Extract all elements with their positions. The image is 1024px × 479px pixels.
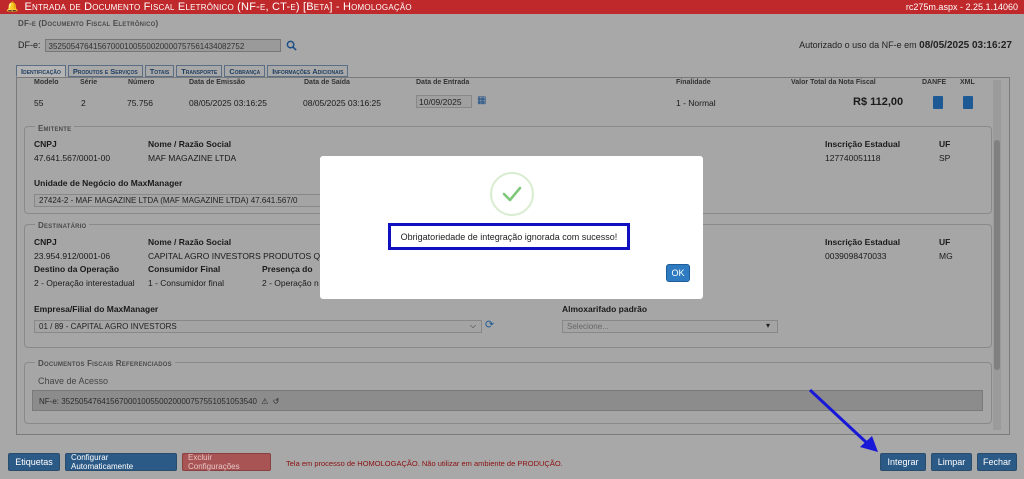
consumidor-final: 1 - Consumidor final bbox=[148, 278, 225, 288]
valor-total-value: R$ 112,00 bbox=[853, 96, 904, 108]
calendar-icon[interactable]: ▦ bbox=[477, 95, 486, 106]
destinatario-nome: CAPITAL AGRO INVESTORS PRODUTOS QU bbox=[148, 251, 327, 261]
almoxarifado-select[interactable]: Selecione... bbox=[562, 320, 778, 333]
authorization-text: Autorizado o uso da NF-e em bbox=[799, 40, 917, 50]
header-finalidade: Finalidade bbox=[676, 79, 711, 86]
destinatario-title: Destinatário bbox=[35, 221, 90, 230]
header-valor-total: Valor Total da Nota Fiscal bbox=[791, 79, 876, 86]
header-data-saida: Data de Saída bbox=[304, 79, 350, 86]
window-title: Entrada de Documento Fiscal Eletrônico (… bbox=[24, 1, 412, 13]
destinatario-cnpj-label: CNPJ bbox=[34, 237, 57, 247]
empresa-filial-label: Empresa/Filial do MaxManager bbox=[34, 304, 159, 314]
empresa-filial-select[interactable]: 01 / 89 - CAPITAL AGRO INVESTORS bbox=[34, 320, 482, 333]
header-data-emissao: Data de Emissão bbox=[189, 79, 246, 86]
tab-informacoes-adicionais[interactable]: Informações Adicionais bbox=[267, 65, 349, 77]
fechar-button[interactable]: Fechar bbox=[977, 453, 1017, 471]
tab-totais[interactable]: Totais bbox=[144, 65, 175, 77]
emitente-title: Emitente bbox=[35, 124, 75, 133]
destinatario-cnpj: 23.954.912/0001-06 bbox=[34, 251, 111, 261]
dfe-key-input[interactable]: 3525054764156700010055002000075756143408… bbox=[44, 38, 281, 52]
configurar-automaticamente-button[interactable]: Configurar Automaticamente bbox=[65, 453, 177, 471]
warning-icon: ⚠ bbox=[261, 397, 269, 406]
dfe-label: DF-e: bbox=[18, 40, 41, 50]
emitente-cnpj: 47.641.567/0001-00 bbox=[34, 153, 111, 163]
emitente-uf: SP bbox=[939, 153, 951, 163]
emitente-cnpj-label: CNPJ bbox=[34, 139, 57, 149]
header-xml: XML bbox=[960, 79, 975, 86]
destinatario-ie: 0039098470033 bbox=[825, 251, 887, 261]
tab-transporte[interactable]: Transporte bbox=[176, 65, 223, 77]
almox-chevron-down-icon[interactable]: ▾ bbox=[766, 321, 770, 330]
consumidor-final-label: Consumidor Final bbox=[148, 264, 221, 274]
chave-acesso-label: Chave de Acesso bbox=[38, 376, 109, 386]
emitente-nome: MAF MAGAZINE LTDA bbox=[148, 153, 237, 163]
almoxarifado-label: Almoxarifado padrão bbox=[562, 304, 648, 314]
modelo-value: 55 bbox=[34, 98, 44, 108]
tab-bar: Identificação Produtos e Serviços Totais… bbox=[16, 65, 349, 77]
scrollbar-thumb[interactable] bbox=[994, 140, 1000, 370]
header-numero: Número bbox=[128, 79, 155, 86]
data-entrada-input[interactable]: 10/09/2025 bbox=[416, 95, 472, 108]
dfe-row: DF-e: 3525054764156700010055002000075756… bbox=[18, 38, 299, 52]
destino-operacao: 2 - Operação interestadual bbox=[34, 278, 135, 288]
chave-acesso-value: NF-e: 3525054764156700010055002000075755… bbox=[39, 397, 257, 406]
numero-value: 75.756 bbox=[127, 98, 153, 108]
integrar-button[interactable]: Integrar bbox=[880, 453, 926, 471]
emitente-ie-label: Inscrição Estadual bbox=[825, 139, 901, 149]
finalidade-value: 1 - Normal bbox=[676, 98, 716, 108]
undo-icon[interactable]: ↺ bbox=[273, 397, 280, 406]
unidade-negocio-select[interactable]: 27424-2 - MAF MAGAZINE LTDA (MAF MAGAZIN… bbox=[34, 194, 324, 207]
referenciados-title: Documentos Fiscais Referenciados bbox=[35, 359, 175, 368]
data-saida-value: 08/05/2025 03:16:25 bbox=[303, 98, 381, 108]
limpar-button[interactable]: Limpar bbox=[931, 453, 972, 471]
emitente-ie: 127740051118 bbox=[825, 153, 881, 163]
identificacao-header-row: Modelo Série Número Data de Emissão Data… bbox=[24, 78, 994, 87]
tab-cobranca[interactable]: Cobrança bbox=[224, 65, 266, 77]
header-danfe: DANFE bbox=[922, 79, 947, 86]
authorization-status: Autorizado o uso da NF-e em 08/05/2025 0… bbox=[799, 40, 1012, 51]
homologacao-warning: Tela em processo de HOMOLOGAÇÃO. Não uti… bbox=[286, 459, 563, 468]
refresh-icon[interactable]: ⟳ bbox=[485, 318, 494, 331]
destinatario-uf-label: UF bbox=[939, 237, 951, 247]
destinatario-ie-label: Inscrição Estadual bbox=[825, 237, 901, 247]
destinatario-nome-label: Nome / Razão Social bbox=[148, 237, 232, 247]
header-data-entrada: Data de Entrada bbox=[416, 79, 470, 86]
emitente-nome-label: Nome / Razão Social bbox=[148, 139, 232, 149]
chevron-down-icon[interactable]: ⌵ bbox=[470, 321, 476, 331]
presenca-value: 2 - Operação n bbox=[262, 278, 319, 288]
danfe-pdf-icon[interactable] bbox=[933, 96, 943, 109]
tab-produtos-servicos[interactable]: Produtos e Serviços bbox=[67, 65, 143, 77]
dfe-section-title: DF-e (Documento Fiscal Eletrônico) bbox=[18, 19, 159, 28]
tab-identificacao[interactable]: Identificação bbox=[16, 65, 66, 77]
data-emissao-value: 08/05/2025 03:16:25 bbox=[189, 98, 267, 108]
serie-value: 2 bbox=[81, 98, 86, 108]
xml-file-icon[interactable] bbox=[963, 96, 973, 109]
success-dialog: Obrigatoriedade de integração ignorada c… bbox=[320, 156, 703, 299]
etiquetas-button[interactable]: Etiquetas bbox=[8, 453, 60, 471]
chave-acesso-row: NF-e: 3525054764156700010055002000075755… bbox=[32, 390, 983, 411]
bell-icon[interactable]: 🔔 bbox=[6, 2, 18, 13]
dialog-message: Obrigatoriedade de integração ignorada c… bbox=[388, 223, 630, 250]
version-label: rc275m.aspx - 2.25.1.14060 bbox=[905, 2, 1018, 12]
unidade-negocio-label: Unidade de Negócio do MaxManager bbox=[34, 178, 183, 188]
ok-button[interactable]: OK bbox=[666, 264, 690, 282]
destinatario-uf: MG bbox=[939, 251, 953, 261]
authorization-date: 08/05/2025 03:16:27 bbox=[919, 40, 1012, 51]
excluir-configuracoes-button[interactable]: Excluir Configurações bbox=[182, 453, 271, 471]
content-scrollbar[interactable] bbox=[993, 80, 1001, 430]
title-bar: 🔔 Entrada de Documento Fiscal Eletrônico… bbox=[0, 0, 1024, 14]
search-icon[interactable] bbox=[285, 38, 299, 52]
success-check-icon bbox=[490, 172, 534, 216]
header-serie: Série bbox=[80, 79, 98, 86]
header-modelo: Modelo bbox=[34, 79, 59, 86]
destino-operacao-label: Destino da Operação bbox=[34, 264, 120, 274]
emitente-uf-label: UF bbox=[939, 139, 951, 149]
presenca-label: Presença do bbox=[262, 264, 313, 274]
